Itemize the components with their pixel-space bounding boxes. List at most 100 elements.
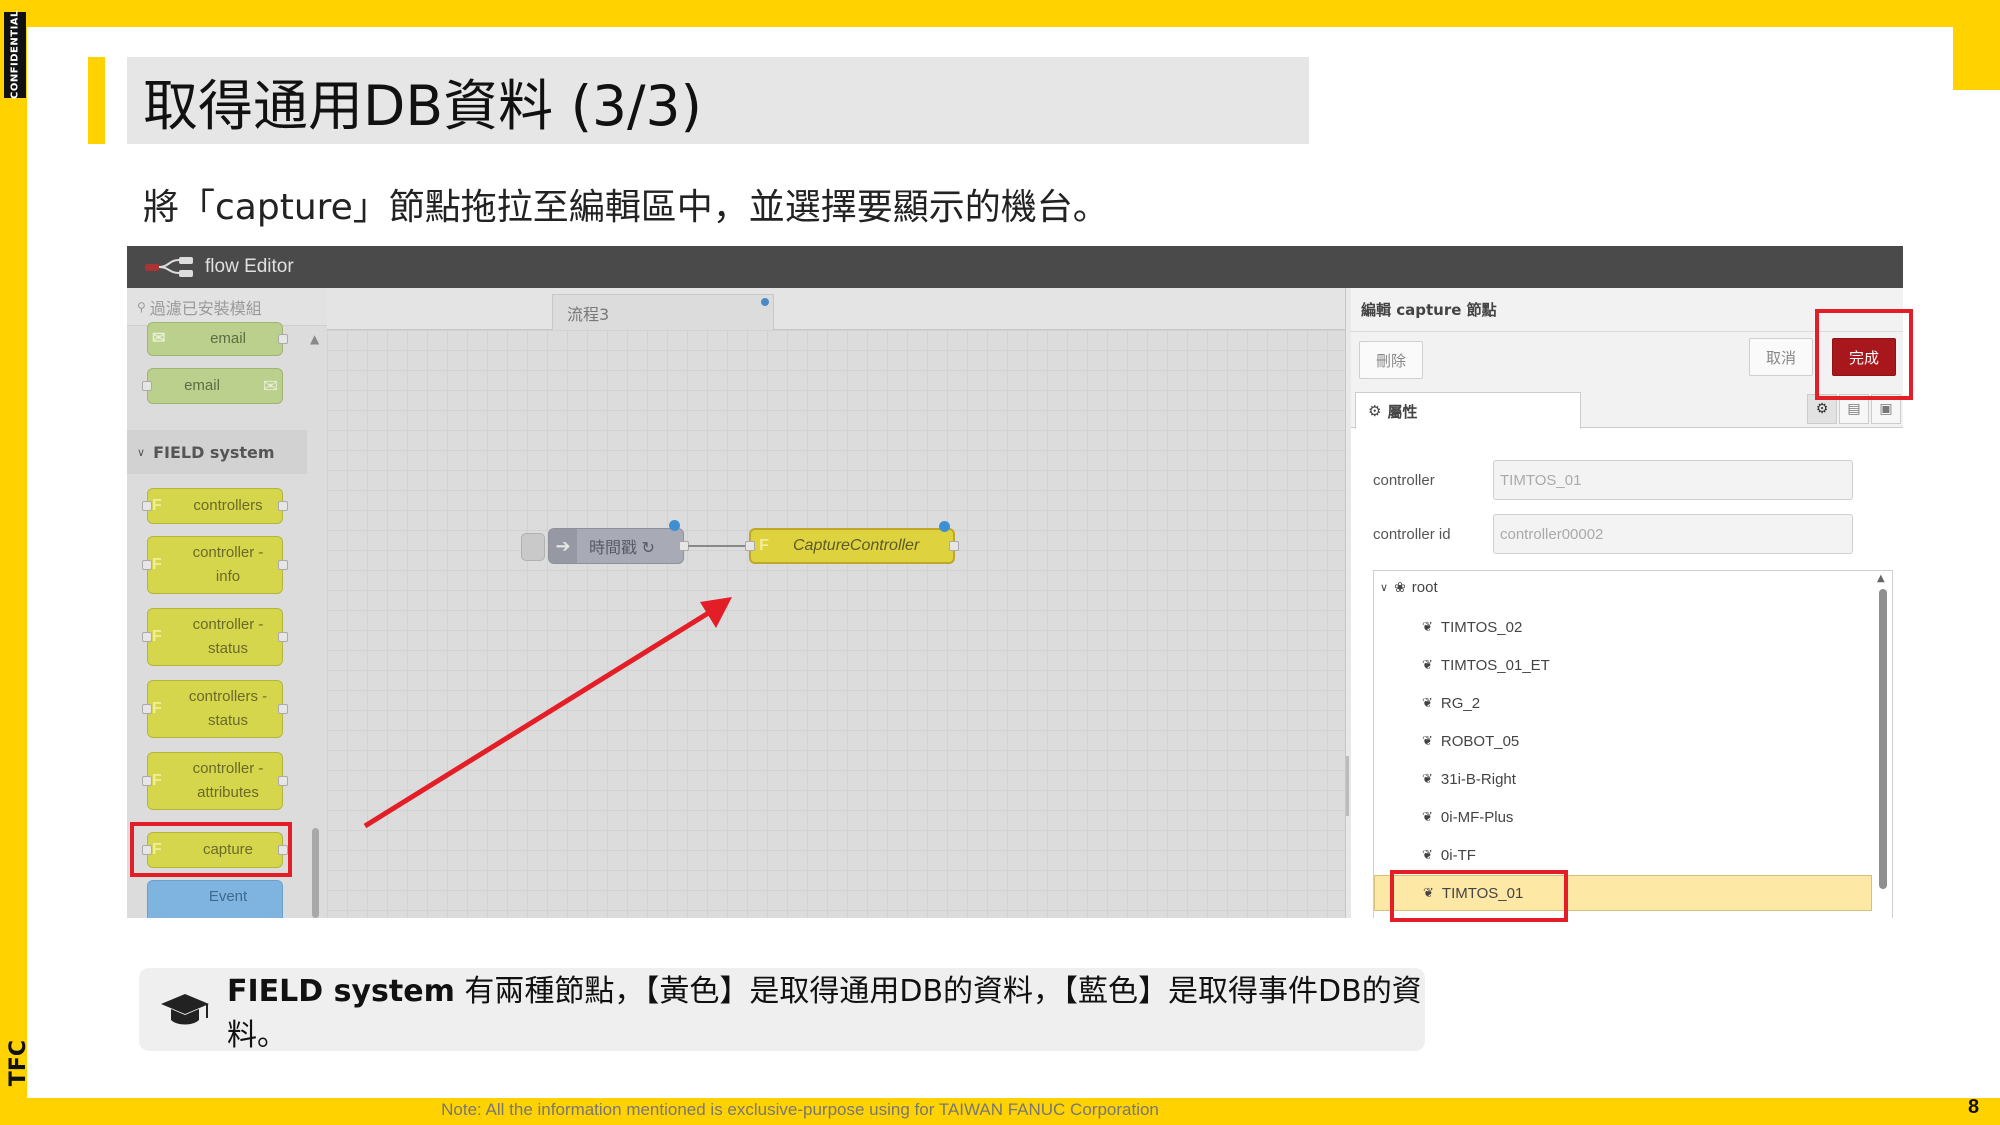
- page-number: 8: [1968, 1096, 1980, 1118]
- tree-item-0i-tf[interactable]: ❦ 0i-TF: [1374, 837, 1872, 873]
- editor-header: flow Editor: [127, 246, 1903, 288]
- palette-node-email-2[interactable]: email ✉: [142, 368, 283, 404]
- note-box: FIELD system 有兩種節點，【黃色】是取得通用DB的資料，【藍色】是取…: [139, 966, 1425, 1054]
- cancel-button[interactable]: 取消: [1749, 338, 1813, 376]
- node-output-port: [278, 334, 288, 344]
- tab-label: 屬性: [1387, 402, 1418, 421]
- palette-node-label: email: [184, 377, 220, 394]
- field-f-icon: F: [152, 700, 162, 717]
- palette-category-label: FIELD system: [153, 442, 275, 462]
- tree-item-label: TIMTOS_01_ET: [1440, 656, 1550, 674]
- flow-node-capture-controller[interactable]: F CaptureController: [745, 521, 959, 564]
- leaf-icon: ❦: [1422, 771, 1433, 786]
- node-changed-indicator: [939, 521, 950, 532]
- field-f-icon: F: [152, 628, 162, 645]
- envelope-icon: ✉: [152, 330, 166, 347]
- flow-node-timestamp[interactable]: ➔ 時間戳 ↻: [521, 520, 689, 564]
- tree-item-rg-2[interactable]: ❦ RG_2: [1374, 685, 1872, 721]
- palette-node-email-1[interactable]: ✉ email: [147, 322, 288, 356]
- tree-item-label: ROBOT_05: [1440, 732, 1520, 750]
- tfc-logo: TFC: [6, 1040, 31, 1087]
- tab-properties[interactable]: ⚙ 屬性: [1355, 392, 1581, 429]
- node-input-port: [142, 560, 152, 570]
- tree-item-label: RG_2: [1440, 694, 1481, 712]
- subtitle: 將「capture」節點拖拉至編輯區中，並選擇要顯示的機台。: [143, 187, 1109, 228]
- palette-node-label: Event: [208, 888, 248, 905]
- node-changed-indicator: [669, 520, 680, 531]
- palette-node-controller-info[interactable]: F controller - info: [142, 536, 288, 594]
- leaf-icon: ❦: [1422, 657, 1433, 672]
- highlight-capture-node: [130, 822, 292, 877]
- tree-item-label: 31i-B-Right: [1440, 770, 1516, 788]
- controller-field[interactable]: [1493, 460, 1853, 500]
- palette-category-field-system[interactable]: ∨ FIELD system: [127, 430, 307, 474]
- leaf-icon: ❦: [1422, 847, 1433, 862]
- node-input-port: [142, 776, 152, 786]
- tree-item-timtos-01-et[interactable]: ❦ TIMTOS_01_ET: [1374, 647, 1872, 683]
- title-box: 取得通用DB資料 (3/3): [127, 57, 1309, 144]
- tree-item-label: 0i-TF: [1440, 846, 1476, 864]
- gear-icon: ⚙: [1368, 402, 1382, 420]
- palette-search-input[interactable]: ⚲ 過濾已安裝模組: [127, 288, 327, 326]
- palette-node-controller-status[interactable]: F controller - status: [142, 608, 288, 666]
- frame-right-inner: [1953, 90, 2000, 1098]
- search-icon: ⚲: [137, 299, 146, 314]
- field-f-icon: F: [152, 497, 162, 514]
- palette-node-label: controller - attributes: [192, 760, 264, 801]
- highlight-timtos-01: [1390, 870, 1568, 922]
- node-output-port: [278, 632, 288, 642]
- palette-scrollbar-thumb[interactable]: [312, 828, 319, 918]
- node-output-port: [278, 560, 288, 570]
- tab-label: 流程3: [567, 304, 610, 324]
- node-input-port: [142, 501, 152, 511]
- tab-flow3[interactable]: 流程3: [552, 294, 774, 330]
- frame-top-bar: [0, 0, 2000, 27]
- node-output-port[interactable]: [949, 541, 959, 551]
- flow-workspace[interactable]: [327, 330, 1479, 918]
- note-text: FIELD system 有兩種節點，【黃色】是取得通用DB的資料，【藍色】是取…: [227, 966, 1425, 1054]
- palette-node-event[interactable]: Event: [147, 880, 283, 918]
- leaf-icon: ❦: [1422, 733, 1433, 748]
- flow-editor-screenshot: flow Editor ⚲ 過濾已安裝模組 ✉ email email ✉ ∨ …: [127, 246, 1903, 918]
- flow-wire[interactable]: [688, 545, 746, 547]
- node-output-port: [278, 501, 288, 511]
- tree-item-0i-mf-plus[interactable]: ❦ 0i-MF-Plus: [1374, 799, 1872, 835]
- inject-button[interactable]: [521, 533, 545, 561]
- tree-item-label: TIMTOS_02: [1440, 618, 1523, 636]
- envelope-icon: ✉: [262, 376, 278, 396]
- palette-node-controllers-status[interactable]: F controllers - status: [142, 680, 288, 738]
- node-input-port[interactable]: [745, 541, 755, 551]
- cluster-icon: ❀: [1394, 579, 1406, 595]
- graduation-cap-icon: [159, 990, 211, 1030]
- node-output-port: [278, 704, 288, 714]
- tree-item-31i-b-right[interactable]: ❦ 31i-B-Right: [1374, 761, 1872, 797]
- leaf-icon: ❦: [1422, 695, 1433, 710]
- editor-app-title: flow Editor: [205, 256, 294, 277]
- palette-node-label: email: [210, 330, 246, 347]
- palette-node-controller-attributes[interactable]: F controller - attributes: [142, 752, 288, 810]
- node-input-port: [142, 704, 152, 714]
- inject-arrow-icon: ➔: [549, 529, 577, 563]
- scroll-up-arrow-icon[interactable]: ▲: [310, 332, 319, 346]
- tree-root[interactable]: ∨ ❀ root: [1380, 579, 1438, 596]
- page-title: 取得通用DB資料 (3/3): [143, 73, 702, 138]
- tab-changed-indicator: [761, 298, 769, 306]
- node-input-port: [142, 632, 152, 642]
- palette-node-label: controllers - status: [188, 688, 268, 729]
- palette-node-label: controller - status: [192, 616, 264, 657]
- controller-id-label: controller id: [1373, 526, 1451, 543]
- leaf-icon: ❦: [1422, 619, 1433, 634]
- title-accent-bar: [88, 57, 105, 144]
- scroll-up-arrow-icon[interactable]: ▲: [1877, 573, 1885, 584]
- palette-node-controllers[interactable]: F controllers: [142, 488, 288, 524]
- node-input-port: [142, 381, 152, 391]
- tree-scrollbar-thumb[interactable]: [1879, 589, 1887, 889]
- splitter-grip[interactable]: [1346, 756, 1349, 816]
- field-f-icon: F: [152, 556, 162, 573]
- controller-id-field[interactable]: [1493, 514, 1853, 554]
- tree-item-timtos-02[interactable]: ❦ TIMTOS_02: [1374, 609, 1872, 645]
- delete-button[interactable]: 刪除: [1359, 341, 1423, 379]
- tree-item-robot-05[interactable]: ❦ ROBOT_05: [1374, 723, 1872, 759]
- controller-tree: ∨ ❀ root ❦ TIMTOS_02 ❦ TIMTOS_01_ET ❦ RG…: [1373, 570, 1893, 918]
- chevron-down-icon: ∨: [137, 445, 146, 459]
